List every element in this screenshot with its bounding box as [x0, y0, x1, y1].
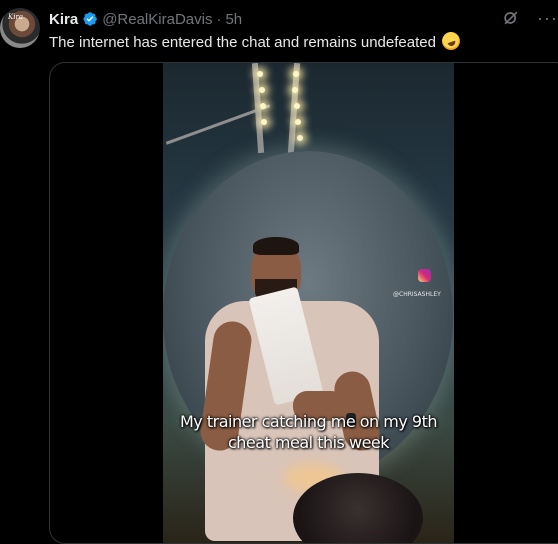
caption-line: My trainer catching me on my 9th: [179, 412, 438, 431]
author-handle[interactable]: @RealKiraDavis: [102, 11, 212, 28]
stage-light: [261, 119, 267, 125]
stage-light: [260, 103, 266, 109]
stage-light: [293, 71, 299, 77]
instagram-icon: [418, 269, 431, 282]
watermark-handle: @CHRISASHLEY: [393, 291, 441, 298]
tweet-text: The internet has entered the chat and re…: [49, 34, 436, 51]
grok-icon[interactable]: [501, 8, 521, 28]
stage-light: [294, 103, 300, 109]
media-container[interactable]: @CHRISASHLEY My trainer catching me on m…: [49, 62, 558, 544]
rolling-laughing-emoji: [439, 29, 463, 53]
avatar-caption: Kira: [8, 13, 23, 21]
tweet-actions: ···: [501, 8, 558, 28]
verified-icon[interactable]: [82, 11, 98, 27]
stage-light: [259, 87, 265, 93]
video-frame[interactable]: @CHRISASHLEY My trainer catching me on m…: [163, 63, 454, 543]
stage-light: [297, 135, 303, 141]
tweet-text-line: The internet has entered the chat and re…: [49, 29, 463, 53]
author-name[interactable]: Kira: [49, 11, 78, 28]
more-icon[interactable]: ···: [537, 9, 558, 27]
stage-truss-diagonal: [165, 104, 271, 145]
video-caption: My trainer catching me on my 9th cheat m…: [163, 411, 454, 453]
tweet[interactable]: Kira Kira @RealKiraDavis · 5h ··· The in…: [0, 0, 558, 544]
separator-dot: ·: [216, 10, 222, 28]
stage-light: [257, 71, 263, 77]
stage-light: [295, 119, 301, 125]
stage-light: [292, 87, 298, 93]
avatar[interactable]: Kira: [0, 8, 40, 48]
caption-line: cheat meal this week: [227, 433, 390, 452]
tweet-header: Kira @RealKiraDavis · 5h: [49, 10, 242, 28]
person-hair: [253, 237, 299, 255]
timestamp[interactable]: 5h: [225, 11, 242, 28]
